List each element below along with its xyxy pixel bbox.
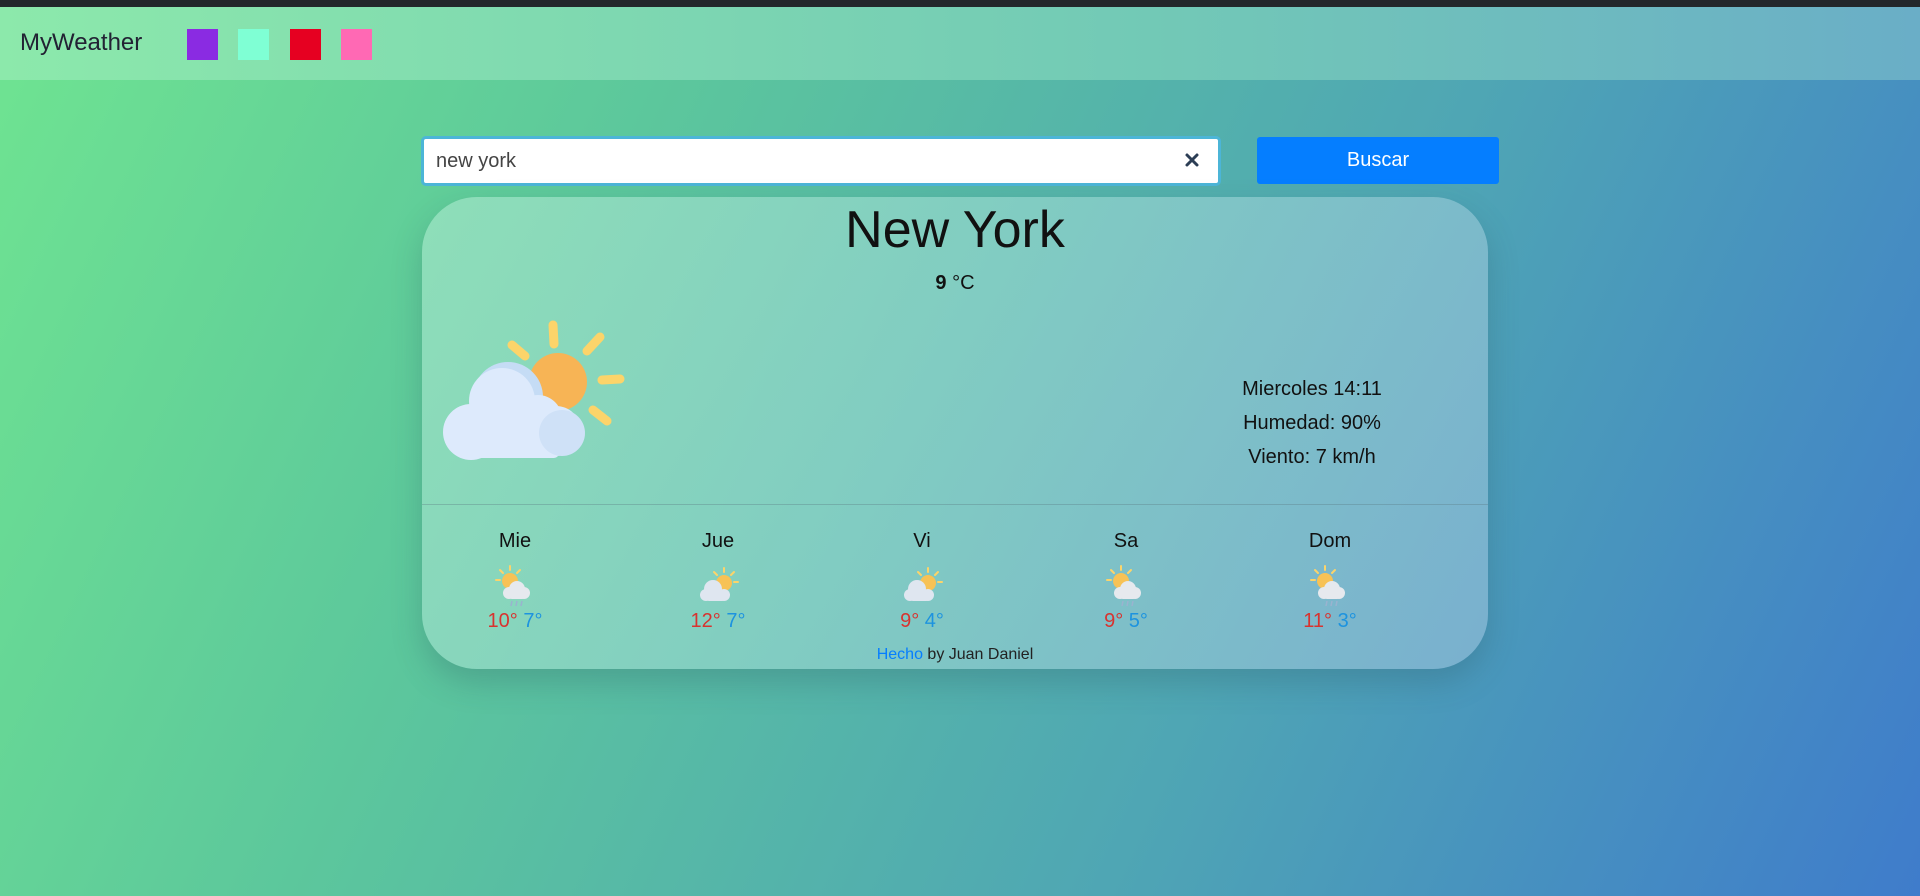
- forecast-day: Dom 11° 3°: [1270, 530, 1390, 633]
- sun-behind-cloud-icon: [443, 320, 625, 460]
- forecast-day-name: Mie: [498, 530, 532, 552]
- footer: Hecho by Juan Daniel: [422, 646, 1488, 664]
- footer-credit: by Juan Daniel: [922, 646, 1034, 663]
- search-input[interactable]: [436, 139, 1166, 183]
- theme-purple-swatch[interactable]: [187, 29, 218, 60]
- forecast-day-name: Dom: [1308, 530, 1352, 552]
- current-temperature: 9 °C: [422, 272, 1488, 295]
- search-button[interactable]: Buscar: [1257, 137, 1499, 184]
- forecast-day-name: Vi: [913, 530, 931, 552]
- brand-logo[interactable]: MyWeather: [20, 29, 142, 57]
- sun-cloud-icon: [700, 567, 739, 601]
- city-name: New York: [845, 201, 1065, 259]
- temperature-value: 9: [935, 272, 947, 294]
- forecast-day: Vi 9° 4°: [862, 530, 982, 633]
- sun-cloud-icon: [904, 567, 943, 601]
- forecast-day: Jue 12° 7°: [658, 530, 778, 633]
- forecast-max: 9°: [900, 610, 920, 632]
- forecast-min: 7°: [523, 610, 543, 632]
- forecast-min: 3°: [1337, 610, 1357, 632]
- footer-link[interactable]: Hecho: [877, 646, 923, 663]
- window-top-strip: [0, 0, 1920, 7]
- forecast-max: 9°: [1104, 610, 1124, 632]
- theme-red-swatch[interactable]: [290, 29, 321, 60]
- sun-cloud-rain-icon: [495, 565, 530, 607]
- temperature-unit: °C: [952, 272, 975, 294]
- forecast-max: 10°: [487, 610, 518, 632]
- datetime-text: Miercoles 14:11: [1242, 378, 1382, 400]
- weather-card: New York 9 °C Miercoles 14:11 Humedad: 9…: [422, 197, 1488, 669]
- sun-cloud-rain-icon: [1310, 565, 1345, 607]
- forecast-day-name: Jue: [701, 530, 735, 552]
- forecast-min: 5°: [1128, 610, 1148, 632]
- forecast-day-name: Sa: [1113, 530, 1139, 552]
- wind-text: Viento: 7 km/h: [1248, 446, 1376, 468]
- forecast-max: 12°: [690, 610, 721, 632]
- forecast-min: 7°: [726, 610, 746, 632]
- sun-cloud-rain-icon: [1106, 565, 1141, 607]
- forecast-min: 4°: [924, 610, 944, 632]
- navbar: MyWeather: [0, 7, 1920, 80]
- close-icon[interactable]: [1180, 148, 1204, 172]
- search-box: [421, 136, 1221, 186]
- divider: [422, 504, 1488, 505]
- forecast-day: Mie 10° 7°: [455, 530, 575, 633]
- forecast-max: 11°: [1303, 610, 1333, 632]
- theme-aquamarine-swatch[interactable]: [238, 29, 269, 60]
- theme-pink-swatch[interactable]: [341, 29, 372, 60]
- weather-details: Miercoles 14:11 Humedad: 90% Viento: 7 k…: [1212, 372, 1412, 474]
- humidity-text: Humedad: 90%: [1243, 412, 1381, 434]
- forecast-day: Sa 9° 5°: [1066, 530, 1186, 633]
